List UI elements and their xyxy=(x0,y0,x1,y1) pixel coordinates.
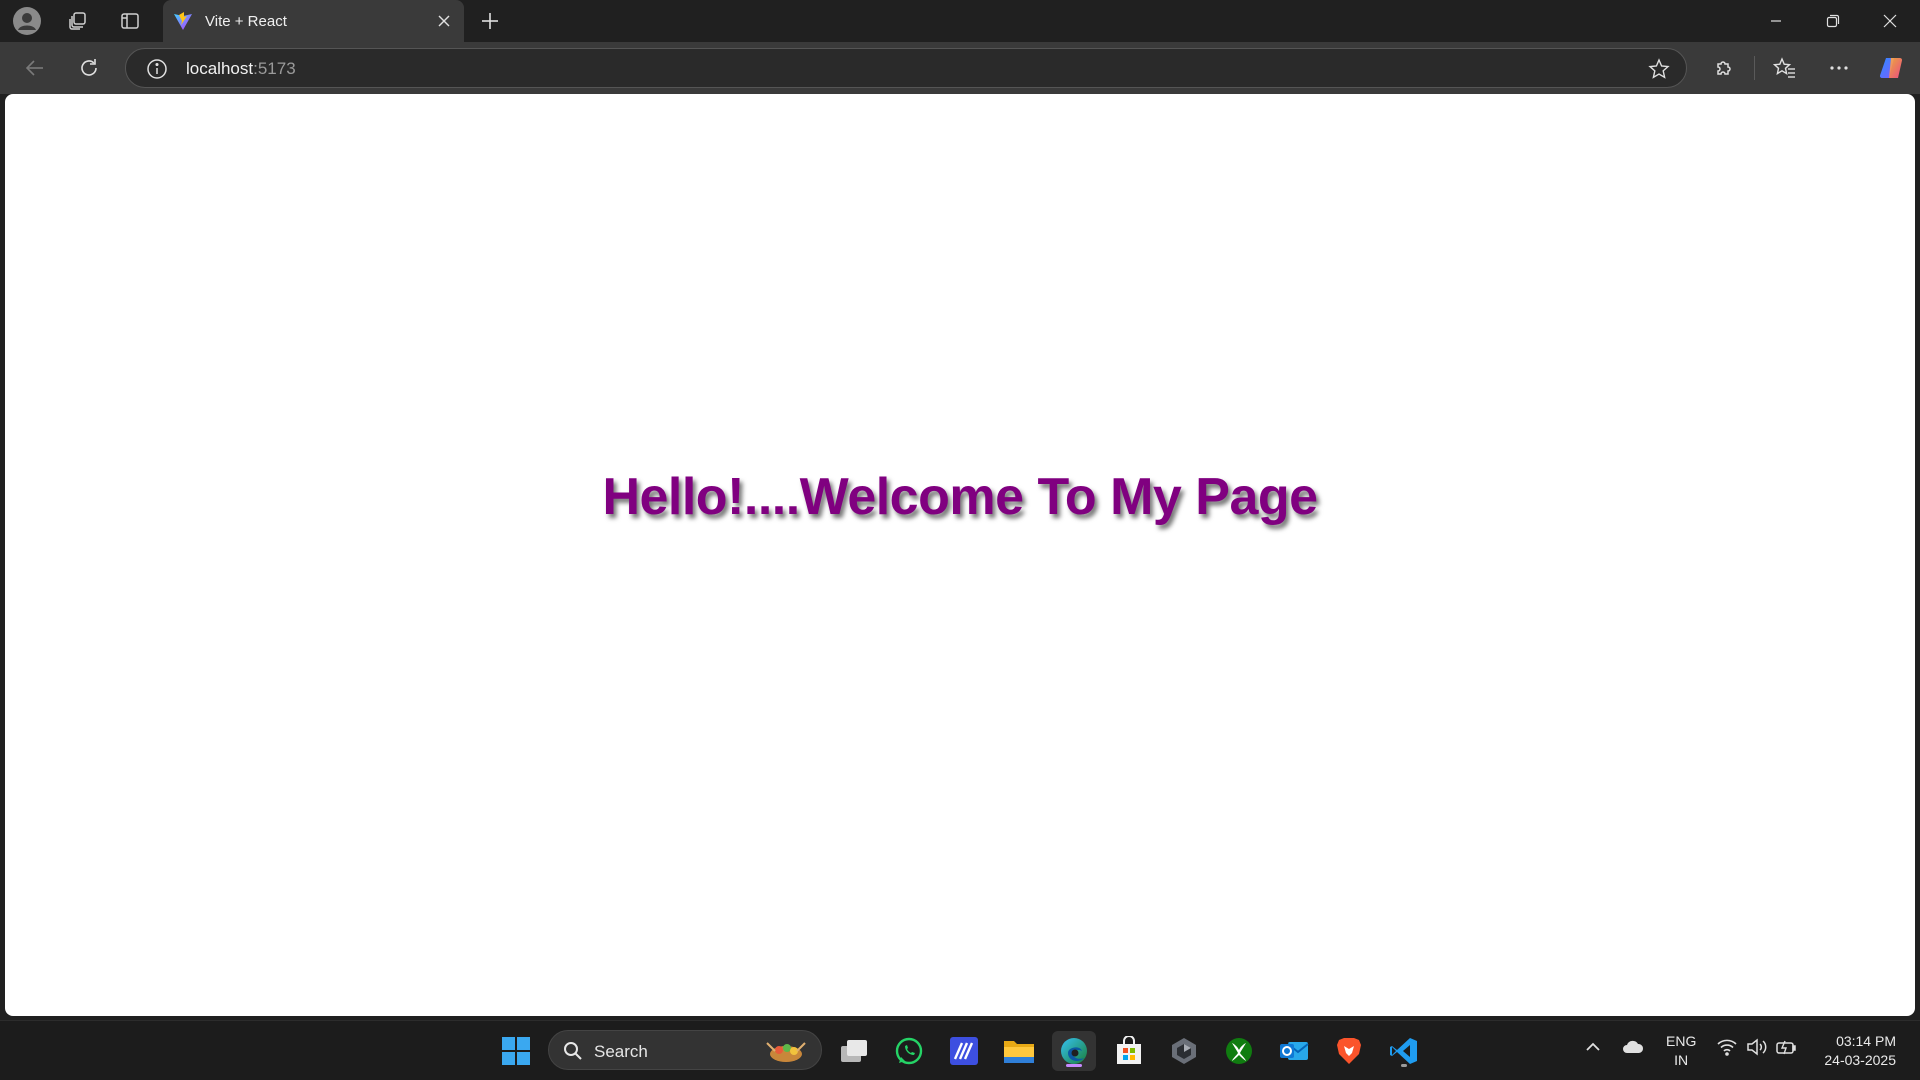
volume-icon[interactable] xyxy=(1746,1038,1768,1056)
language-indicator[interactable]: ENG IN xyxy=(1666,1032,1696,1070)
tab-close-button[interactable] xyxy=(432,9,456,33)
vscode-icon xyxy=(1390,1038,1417,1064)
profile-icon xyxy=(13,7,41,35)
wifi-icon[interactable] xyxy=(1717,1038,1737,1056)
task-view-button[interactable] xyxy=(832,1031,876,1071)
close-icon xyxy=(438,15,450,27)
outlook-icon xyxy=(1280,1042,1309,1060)
running-app-indicator xyxy=(1401,1064,1407,1067)
taskbar-search[interactable]: Search xyxy=(548,1030,822,1070)
info-icon[interactable] xyxy=(146,58,168,80)
task-view-icon xyxy=(841,1040,867,1062)
close-icon xyxy=(1883,14,1897,28)
store-button[interactable] xyxy=(1107,1031,1151,1071)
new-tab-button[interactable] xyxy=(472,4,508,38)
copilot-button[interactable] xyxy=(1873,50,1911,86)
brave-icon xyxy=(1337,1038,1361,1064)
battery-icon[interactable] xyxy=(1776,1038,1798,1056)
welcome-heading: Hello!....Welcome To My Page xyxy=(602,468,1318,526)
favorites-icon xyxy=(1773,57,1795,78)
time: 03:14 PM xyxy=(1836,1033,1896,1049)
app-button[interactable] xyxy=(942,1031,986,1071)
url-text: localhost:5173 xyxy=(186,59,296,79)
more-button[interactable] xyxy=(1820,50,1858,86)
vite-logo-icon xyxy=(174,12,192,30)
more-icon xyxy=(1830,66,1848,70)
start-button[interactable] xyxy=(494,1031,538,1071)
minimize-button[interactable] xyxy=(1748,0,1804,42)
back-icon xyxy=(25,60,43,76)
close-window-button[interactable] xyxy=(1862,0,1918,42)
workspaces-icon xyxy=(69,12,86,30)
store-icon xyxy=(1117,1036,1141,1064)
search-label: Search xyxy=(594,1042,648,1061)
region-code: IN xyxy=(1674,1052,1689,1068)
whatsapp-button[interactable] xyxy=(887,1031,931,1071)
minimize-icon xyxy=(1771,20,1781,22)
file-explorer-icon xyxy=(1004,1041,1034,1063)
page-viewport: Hello!....Welcome To My Page xyxy=(5,94,1915,1016)
address-bar[interactable]: localhost:5173 xyxy=(125,48,1687,88)
date: 24-03-2025 xyxy=(1824,1052,1896,1068)
onedrive-cloud-icon[interactable] xyxy=(1621,1038,1645,1056)
refresh-icon xyxy=(81,59,97,76)
refresh-button[interactable] xyxy=(70,50,108,86)
url-port: :5173 xyxy=(253,59,296,78)
clock[interactable]: 03:14 PM 24-03-2025 xyxy=(1824,1032,1896,1070)
chevron-up-icon[interactable] xyxy=(1584,1038,1602,1056)
app-icon xyxy=(950,1037,978,1065)
app-button[interactable] xyxy=(1162,1031,1206,1071)
workspaces-button[interactable] xyxy=(60,4,96,38)
profile-button[interactable] xyxy=(9,4,45,38)
tab-title: Vite + React xyxy=(205,13,287,30)
favorites-button[interactable] xyxy=(1766,50,1804,86)
vertical-tabs-button[interactable] xyxy=(112,4,148,38)
xbox-button[interactable] xyxy=(1217,1031,1261,1071)
vertical-tabs-icon xyxy=(121,13,139,29)
plus-icon xyxy=(482,13,498,29)
active-app-indicator xyxy=(1066,1064,1082,1067)
search-icon xyxy=(564,1042,582,1060)
brave-button[interactable] xyxy=(1327,1031,1371,1071)
language-code: ENG xyxy=(1666,1033,1697,1049)
copilot-icon xyxy=(1879,57,1903,79)
browser-toolbar: localhost:5173 xyxy=(0,42,1920,94)
star-icon[interactable] xyxy=(1648,58,1670,80)
toolbar-divider xyxy=(1754,56,1755,80)
tab-strip: Vite + React xyxy=(0,0,1920,42)
app-icon xyxy=(1172,1038,1196,1064)
xbox-icon xyxy=(1226,1038,1252,1064)
extensions-icon xyxy=(1717,61,1731,75)
extensions-button[interactable] xyxy=(1705,50,1743,86)
windows-start-icon xyxy=(502,1037,530,1065)
restore-button[interactable] xyxy=(1805,0,1861,42)
taskbar: Search ENG IN 03:14 PM 24-03-2025 xyxy=(0,1020,1920,1080)
back-button[interactable] xyxy=(16,50,54,86)
restore-icon xyxy=(1826,14,1840,28)
edge-button[interactable] xyxy=(1052,1031,1096,1071)
search-highlight-icon xyxy=(766,1042,806,1062)
edge-icon xyxy=(1061,1038,1087,1064)
outlook-button[interactable] xyxy=(1272,1031,1316,1071)
vscode-button[interactable] xyxy=(1382,1031,1426,1071)
whatsapp-icon xyxy=(895,1037,923,1065)
url-host: localhost xyxy=(186,59,254,78)
file-explorer-button[interactable] xyxy=(997,1031,1041,1071)
tab-vite-react[interactable]: Vite + React xyxy=(163,0,464,42)
